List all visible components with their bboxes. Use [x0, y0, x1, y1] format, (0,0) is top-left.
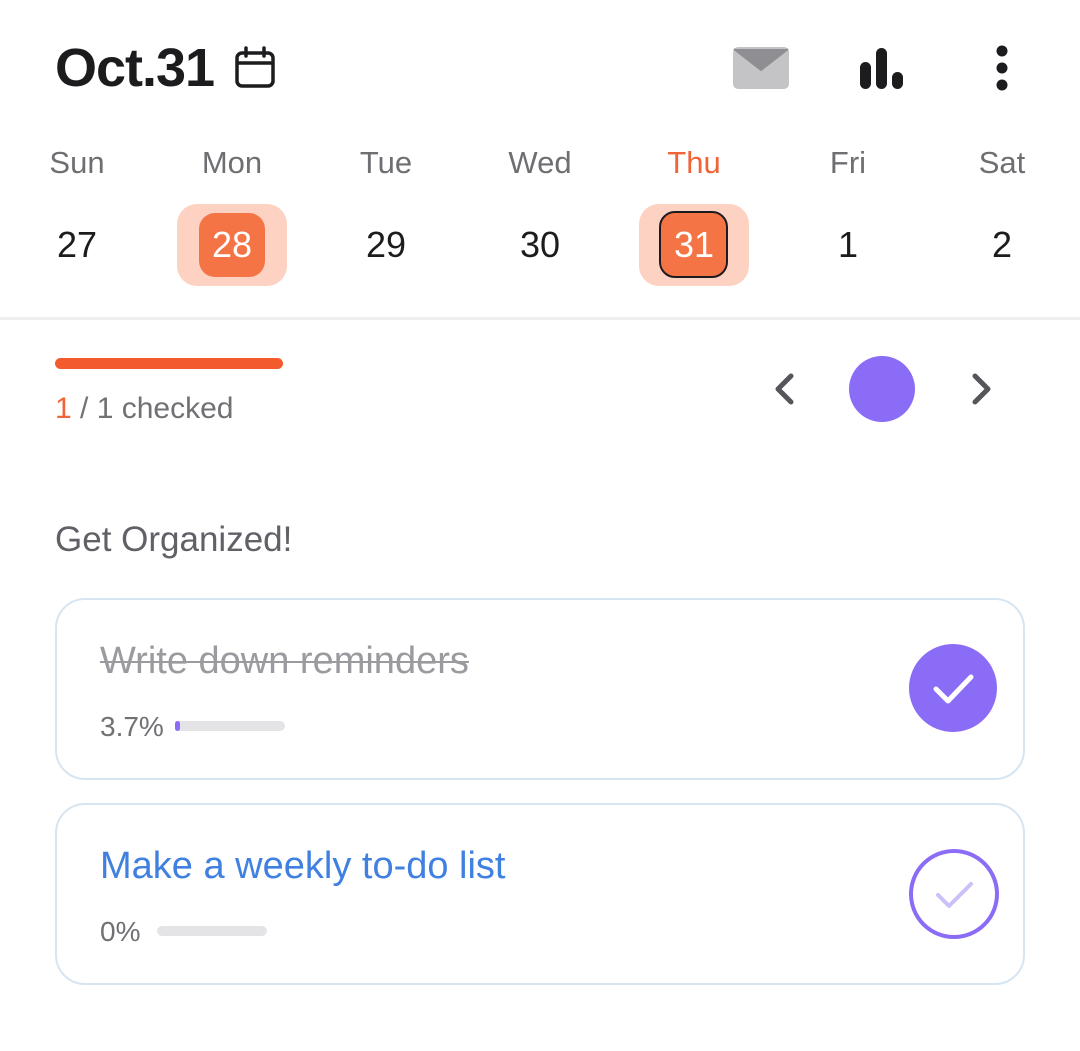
checked-total: / 1 checked: [71, 392, 234, 425]
task-check-button[interactable]: [909, 849, 999, 939]
day-mon[interactable]: Mon 28: [172, 140, 292, 286]
day-number: 2: [991, 224, 1013, 265]
day-number: 31: [673, 224, 715, 265]
day-tue[interactable]: Tue 29: [326, 140, 446, 286]
divider: [0, 317, 1080, 320]
calendar-icon[interactable]: [233, 46, 277, 90]
day-sat[interactable]: Sat 2: [942, 140, 1062, 286]
daily-progress-bar: [55, 358, 283, 369]
more-vertical-icon[interactable]: [988, 44, 1016, 92]
day-number: 29: [365, 224, 407, 265]
day-name: Wed: [508, 145, 572, 180]
chevron-left-icon[interactable]: [768, 370, 802, 408]
task-progress-track: [157, 926, 267, 936]
day-highlight[interactable]: 31: [639, 204, 749, 286]
day-highlight[interactable]: 28: [177, 204, 287, 286]
day-number: 28: [211, 224, 253, 265]
day-fri[interactable]: Fri 1: [788, 140, 908, 286]
day-cell[interactable]: 30: [485, 204, 595, 286]
checked-count: 1: [55, 392, 72, 425]
checked-summary: 1 / 1 checked: [55, 390, 233, 428]
section-title: Get Organized!: [55, 520, 293, 559]
habit-color-dot[interactable]: [849, 356, 915, 422]
task-progress-fill: [175, 721, 180, 731]
day-name: Fri: [829, 145, 867, 180]
task-progress-track: [175, 721, 285, 731]
bar-chart-icon[interactable]: [858, 46, 906, 90]
task-name: Write down reminders: [100, 640, 469, 682]
day-number: 1: [837, 224, 859, 265]
task-percent: 3.7%: [100, 711, 164, 742]
task-check-button[interactable]: [909, 644, 997, 732]
checkmark-icon: [933, 674, 974, 704]
day-name: Thu: [667, 145, 721, 180]
day-name: Mon: [201, 145, 263, 180]
day-cell[interactable]: 27: [22, 204, 132, 286]
day-cell[interactable]: 29: [331, 204, 441, 286]
day-name: Sun: [49, 145, 105, 180]
day-thu[interactable]: Thu 31: [634, 140, 754, 286]
task-card[interactable]: Write down reminders 3.7%: [55, 598, 1025, 780]
day-number: 27: [56, 224, 98, 265]
day-sun[interactable]: Sun 27: [17, 140, 137, 286]
day-name: Sat: [978, 145, 1026, 180]
mail-icon[interactable]: [732, 46, 790, 90]
day-cell[interactable]: 1: [793, 204, 903, 286]
day-name: Tue: [359, 145, 413, 180]
chevron-right-icon[interactable]: [964, 370, 998, 408]
day-cell[interactable]: 2: [947, 204, 1057, 286]
day-number: 30: [519, 224, 561, 265]
task-percent: 0%: [100, 916, 141, 947]
checkmark-icon: [936, 882, 973, 908]
date-title[interactable]: Oct.31: [55, 38, 215, 98]
task-card[interactable]: Make a weekly to-do list 0%: [55, 803, 1025, 985]
task-name: Make a weekly to-do list: [100, 845, 506, 887]
day-wed[interactable]: Wed 30: [480, 140, 600, 286]
